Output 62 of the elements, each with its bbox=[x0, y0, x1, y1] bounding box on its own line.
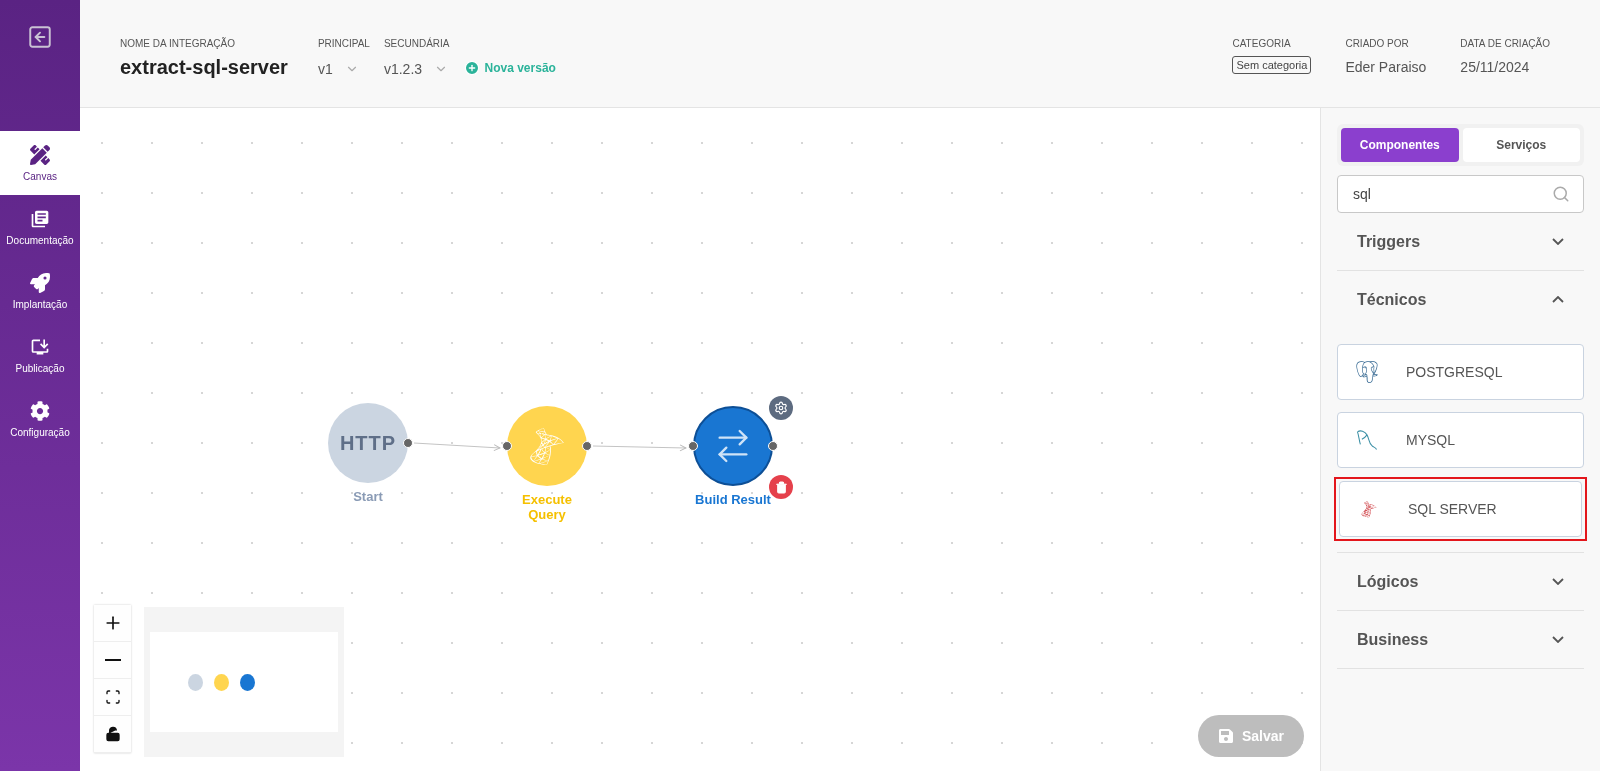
input-handle[interactable] bbox=[688, 441, 698, 451]
component-item[interactable]: SQL SERVER bbox=[1339, 481, 1582, 537]
settings-icon bbox=[774, 401, 788, 415]
field-label: CRIADO POR bbox=[1345, 38, 1410, 49]
minus-icon bbox=[104, 659, 121, 661]
field-value: 25/11/2024 bbox=[1460, 59, 1531, 75]
node-label: Build Result bbox=[694, 492, 772, 507]
section-header[interactable]: Triggers bbox=[1337, 213, 1584, 270]
chevron-down-icon bbox=[1552, 636, 1564, 643]
panel-tab[interactable]: Componentes bbox=[1341, 128, 1459, 162]
search-icon bbox=[1552, 185, 1570, 203]
minimap-node-dot bbox=[188, 673, 203, 691]
deploy-icon bbox=[30, 272, 50, 293]
chevron-down-icon bbox=[1552, 238, 1564, 245]
unlocked-icon bbox=[104, 726, 121, 742]
field-value: Eder Paraiso bbox=[1345, 59, 1427, 75]
lock-button[interactable] bbox=[94, 716, 131, 753]
sidebar-item[interactable]: Documentação bbox=[0, 195, 80, 259]
output-handle[interactable] bbox=[582, 441, 592, 451]
field-label: NOME DA INTEGRAÇÃO bbox=[120, 38, 236, 49]
sidebar-item[interactable]: Publicação bbox=[0, 323, 80, 387]
exit-icon[interactable] bbox=[27, 24, 53, 50]
elephant-icon bbox=[1356, 361, 1378, 383]
output-handle[interactable] bbox=[768, 441, 778, 451]
output-handle[interactable] bbox=[403, 438, 413, 448]
field-label: SECUNDÁRIA bbox=[383, 38, 450, 49]
trash-icon bbox=[774, 480, 788, 494]
search-field[interactable]: sql bbox=[1337, 175, 1584, 213]
chevron-up-icon bbox=[1552, 296, 1564, 303]
field-label: CATEGORIA bbox=[1232, 38, 1292, 49]
version-select[interactable]: v1.2.3 bbox=[383, 61, 450, 77]
field-label: PRINCIPAL bbox=[317, 38, 370, 49]
field-label: DATA DE CRIAÇÃO bbox=[1460, 38, 1550, 49]
sidebar-item[interactable]: Implantação bbox=[0, 259, 80, 323]
docs-icon bbox=[30, 208, 50, 229]
minimap-node-dot bbox=[214, 673, 229, 691]
sidebar-item[interactable]: Canvas bbox=[0, 131, 80, 195]
settings-button[interactable] bbox=[769, 396, 793, 420]
category-tag: Sem categoria bbox=[1232, 56, 1312, 74]
plus-circle-icon bbox=[463, 60, 480, 76]
settings-icon bbox=[30, 400, 50, 421]
delete-button[interactable] bbox=[769, 475, 793, 499]
input-handle[interactable] bbox=[502, 441, 512, 451]
zoom-in-button[interactable] bbox=[94, 605, 131, 642]
node-label: Start bbox=[352, 489, 384, 504]
fit-view-button[interactable] bbox=[94, 679, 131, 716]
panel-tab[interactable]: Serviços bbox=[1462, 128, 1580, 162]
chevron-down-icon bbox=[1552, 578, 1564, 585]
component-item[interactable]: MYSQL bbox=[1337, 412, 1584, 468]
component-item[interactable]: POSTGRESQL bbox=[1337, 344, 1584, 400]
integration-name: extract-sql-server bbox=[120, 56, 288, 79]
node-label: Execute Query bbox=[521, 492, 573, 522]
node-text: HTTP bbox=[339, 431, 397, 455]
fit-view-icon bbox=[104, 689, 121, 705]
section-header[interactable]: Lógicos bbox=[1337, 553, 1584, 610]
version-select[interactable]: v1 bbox=[317, 61, 370, 77]
section-header[interactable]: Técnicos bbox=[1337, 271, 1584, 328]
section-header[interactable]: Business bbox=[1337, 611, 1584, 668]
minimap-node-dot bbox=[240, 673, 255, 691]
zoom-out-button[interactable] bbox=[94, 642, 131, 679]
sidebar-item[interactable]: Configuração bbox=[0, 387, 80, 451]
canvas-icon bbox=[30, 144, 50, 165]
